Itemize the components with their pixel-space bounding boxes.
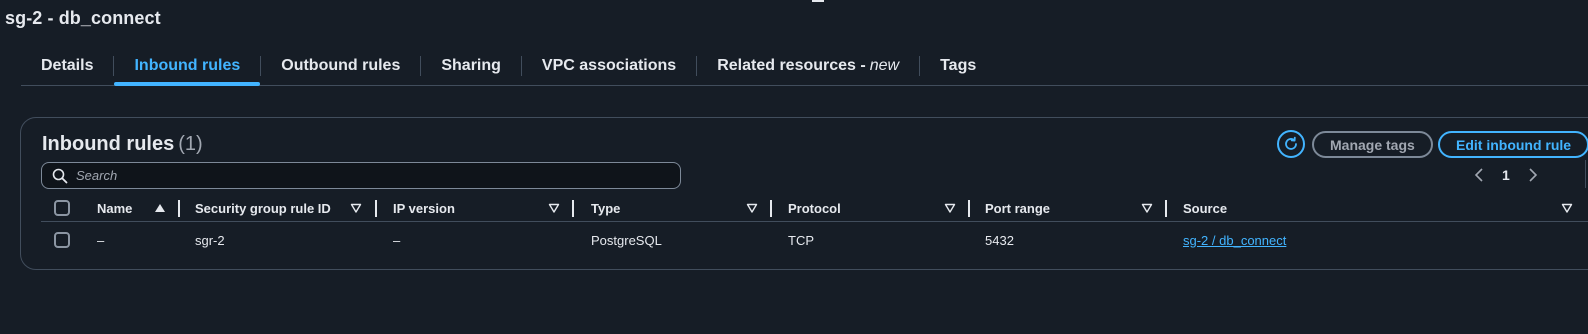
sort-icon[interactable] [548, 202, 560, 214]
table-header: Name Security group rule ID IP version T… [41, 196, 1588, 222]
cell-port-range: 5432 [985, 232, 1014, 248]
column-resizer[interactable] [178, 200, 180, 217]
tab-label: Related resources - [717, 56, 866, 74]
cell-source-link[interactable]: sg-2 / db_connect [1183, 228, 1286, 252]
row-checkbox[interactable] [54, 232, 70, 248]
tab-label: Outbound rules [281, 56, 401, 74]
tab-label: Tags [940, 56, 977, 74]
page-title: sg-2 - db_connect [5, 8, 161, 28]
new-badge: new [869, 56, 900, 74]
security-group-page: sg-2 - db_connect Details Inbound rules … [0, 0, 1588, 334]
column-header-port-range[interactable]: Port range [985, 196, 1050, 221]
cell-type: PostgreSQL [591, 232, 662, 248]
edit-inbound-rules-button[interactable]: Edit inbound rule [1438, 131, 1588, 158]
tab-label: Sharing [441, 56, 501, 74]
column-header-protocol[interactable]: Protocol [788, 196, 841, 221]
chevron-left-icon[interactable] [1474, 168, 1484, 182]
tab-vpc-associations[interactable]: VPC associations [522, 46, 696, 85]
refresh-button[interactable] [1277, 130, 1305, 158]
search-icon [52, 168, 68, 183]
tab-details[interactable]: Details [21, 46, 113, 85]
column-resizer[interactable] [375, 200, 377, 217]
column-header-source[interactable]: Source [1183, 196, 1227, 221]
panel-title-text: Inbound rules [42, 133, 175, 155]
column-header-ip-version[interactable]: IP version [393, 196, 455, 221]
tab-outbound-rules[interactable]: Outbound rules [261, 46, 420, 85]
column-resizer[interactable] [968, 200, 970, 217]
cell-ip-version: – [393, 232, 401, 248]
tab-label: Details [41, 56, 94, 74]
sort-icon[interactable] [944, 202, 956, 214]
column-resizer[interactable] [770, 200, 772, 217]
tab-bar: Details Inbound rules Outbound rules Sha… [21, 46, 1588, 86]
tab-related-resources[interactable]: Related resources - new [697, 46, 919, 85]
refresh-icon [1285, 136, 1297, 150]
column-header-rule-id[interactable]: Security group rule ID [195, 196, 331, 221]
manage-tags-button[interactable]: Manage tags [1312, 131, 1433, 158]
column-resizer[interactable] [572, 200, 574, 217]
table-row[interactable]: – sgr-2 – PostgreSQL TCP 5432 sg-2 / db_… [41, 228, 1588, 252]
sort-icon[interactable] [1141, 202, 1153, 214]
column-header-type[interactable]: Type [591, 196, 620, 221]
cell-name: – [97, 232, 105, 248]
column-resizer[interactable] [1165, 200, 1167, 217]
cell-protocol: TCP [788, 232, 814, 248]
tab-sharing[interactable]: Sharing [421, 46, 521, 85]
tab-tags[interactable]: Tags [920, 46, 996, 85]
sort-icon[interactable] [1561, 202, 1573, 214]
cell-rule-id: sgr-2 [195, 232, 225, 248]
tab-label: Inbound rules [134, 56, 241, 74]
chevron-right-icon[interactable] [1528, 168, 1538, 182]
sort-icon[interactable] [350, 202, 362, 214]
rule-count: (1) [178, 133, 203, 155]
panel-title: Inbound rules (1) [42, 133, 203, 156]
page-number[interactable]: 1 [1502, 167, 1510, 183]
search-input[interactable] [76, 168, 680, 183]
pagination-divider [1585, 160, 1586, 188]
tab-inbound-rules[interactable]: Inbound rules [114, 46, 261, 86]
pagination: 1 [1474, 163, 1538, 187]
search-field [41, 162, 681, 189]
sort-ascending-icon[interactable] [154, 202, 166, 214]
column-header-name[interactable]: Name [97, 196, 132, 221]
text-cursor [812, 0, 824, 2]
sort-icon[interactable] [746, 202, 758, 214]
tab-label: VPC associations [541, 56, 677, 74]
select-all-checkbox[interactable] [54, 200, 70, 216]
